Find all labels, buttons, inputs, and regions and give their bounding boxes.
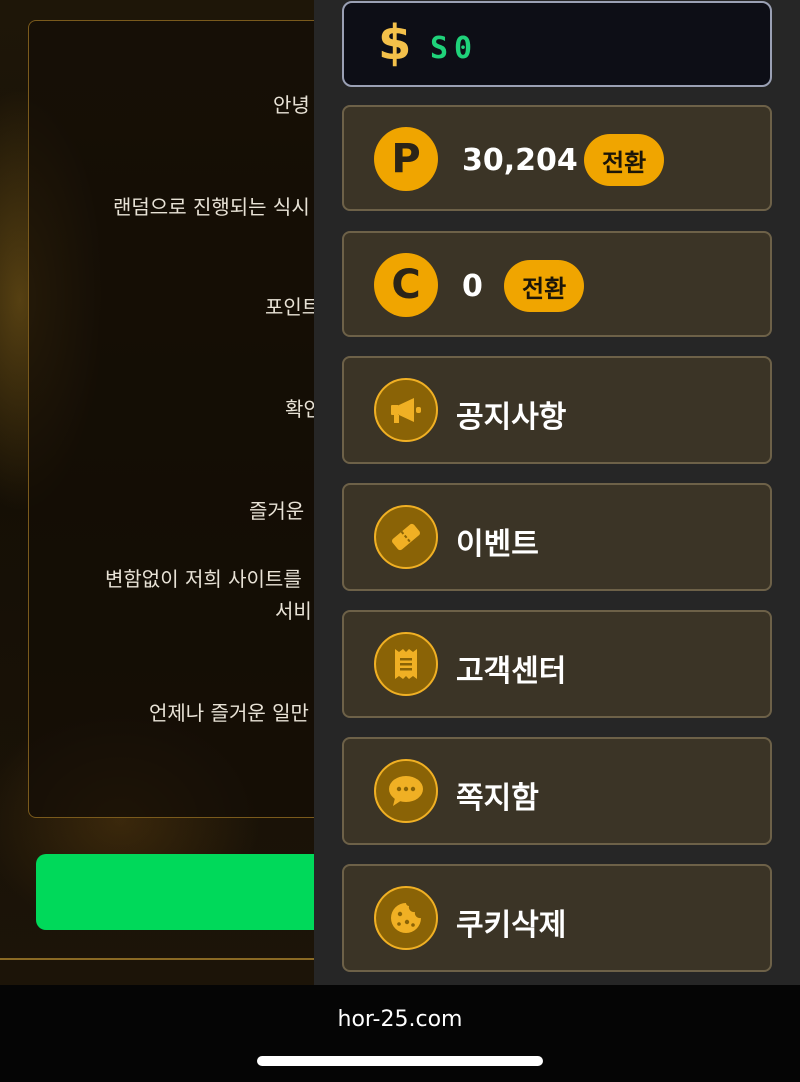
menu-label: 쪽지함: [456, 781, 539, 816]
chat-bubble-icon: [374, 759, 438, 823]
notice-line: 변함없이 저희 사이트를: [105, 567, 302, 591]
coins-icon: C: [374, 253, 438, 317]
menu-item-support[interactable]: 고객센터: [342, 610, 772, 718]
points-convert-button[interactable]: 전환: [584, 134, 665, 186]
menu-item-clear-cookies[interactable]: 쿠키삭제: [342, 864, 772, 972]
menu-label: 고객센터: [456, 654, 567, 689]
notice-line: 포인트: [265, 295, 321, 319]
notice-line: 랜덤으로 진행되는 식시: [113, 195, 310, 219]
ticket-icon: [374, 505, 438, 569]
coins-amount: 0: [462, 269, 483, 304]
menu-item-event[interactable]: 이벤트: [342, 483, 772, 591]
browser-url-bar: hor-25.com: [0, 985, 800, 1082]
menu-item-notice[interactable]: 공지사항: [342, 356, 772, 464]
menu-label: 공지사항: [456, 400, 567, 435]
notice-line: 즐거운: [249, 499, 305, 523]
balance-value: S0: [430, 31, 479, 66]
points-amount: 30,204: [462, 143, 578, 178]
notice-line: 언제나 즐거운 일만: [149, 701, 309, 725]
points-row: P 30,204 전환: [342, 105, 772, 211]
balance-display: $ S0: [342, 1, 772, 87]
side-menu-panel: $ S0 P 30,204 전환 C 0 전환 공지사항 이벤트 고객센터 쪽지…: [314, 0, 800, 985]
notice-line: 안녕: [273, 93, 310, 117]
receipt-icon: [374, 632, 438, 696]
menu-item-messages[interactable]: 쪽지함: [342, 737, 772, 845]
url-text[interactable]: hor-25.com: [0, 1007, 800, 1032]
home-indicator[interactable]: [257, 1056, 543, 1066]
menu-label: 쿠키삭제: [456, 908, 567, 943]
megaphone-icon: [374, 378, 438, 442]
coins-convert-button[interactable]: 전환: [504, 260, 585, 312]
coins-row: C 0 전환: [342, 231, 772, 337]
points-icon: P: [374, 127, 438, 191]
cookie-icon: [374, 886, 438, 950]
menu-label: 이벤트: [456, 527, 539, 562]
notice-line: 서비: [275, 599, 312, 623]
dollar-icon: $: [378, 15, 412, 71]
